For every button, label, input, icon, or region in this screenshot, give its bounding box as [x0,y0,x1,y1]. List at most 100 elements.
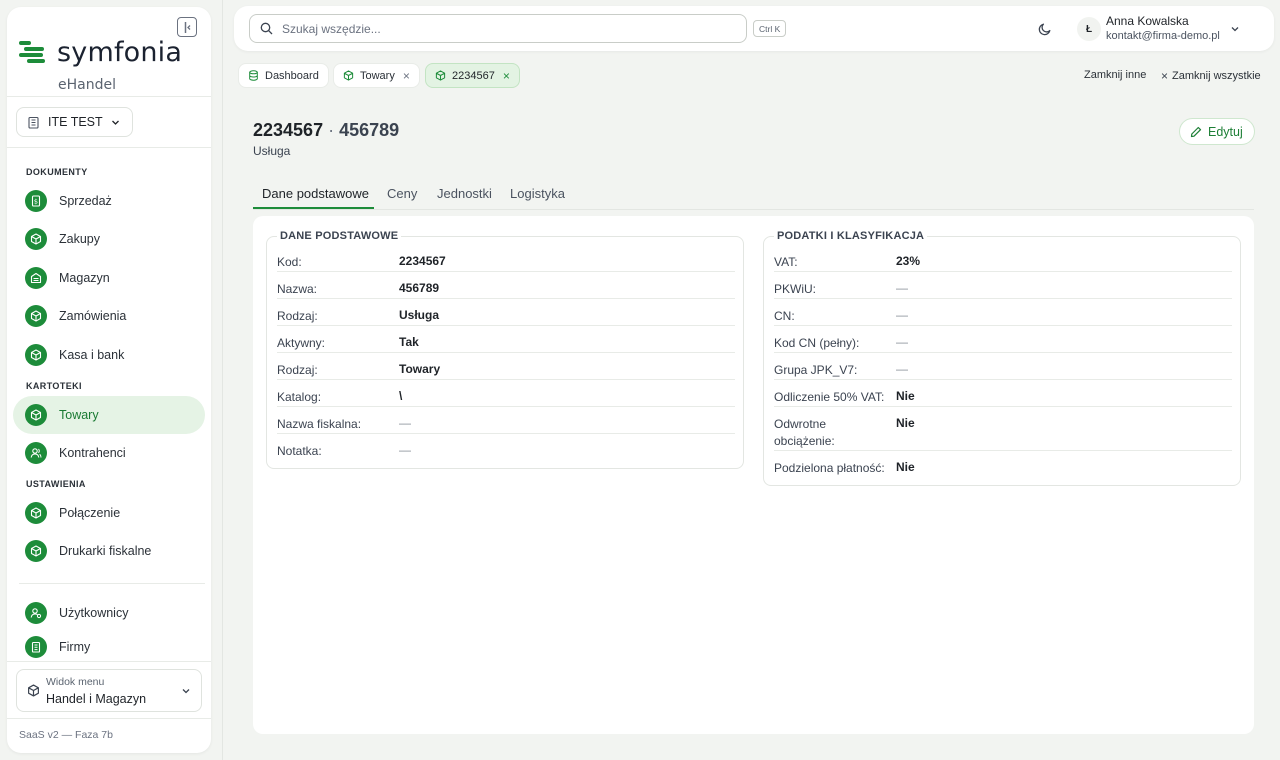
field-row: PKWiU: — [774,272,1232,299]
svg-text:$: $ [34,198,38,206]
logo: symfonia [19,37,182,68]
active-tab-indicator [253,207,374,209]
chevron-down-icon [111,120,119,125]
sidebar-item-label: Kasa i bank [59,348,125,362]
field-row: Notatka: — [277,434,735,461]
field-row: Kod CN (pełny): — [774,326,1232,353]
close-icon[interactable]: × [403,70,410,82]
tab-units[interactable]: Jednostki [437,186,492,201]
field-label: Grupa JPK_V7: [774,363,858,377]
field-row: CN: — [774,299,1232,326]
field-value: \ [399,389,403,403]
field-label: Odliczenie 50% VAT: [774,390,885,404]
sidebar-item-purchases[interactable]: Zakupy [13,220,205,258]
building-icon [28,116,39,129]
tab-basic-data[interactable]: Dane podstawowe [262,186,369,201]
field-value: — [896,308,908,322]
field-row: Grupa JPK_V7: — [774,353,1232,380]
sidebar-item-sales[interactable]: $ Sprzedaż [13,182,205,220]
menu-view-selector[interactable]: Widok menu Handel i Magazyn [16,669,202,712]
tab-prices[interactable]: Ceny [387,186,417,201]
field-value: Towary [399,362,441,376]
sidebar-item-label: Towary [59,408,99,422]
box-icon [28,684,39,697]
warehouse-icon [25,267,47,289]
sidebar-item-orders[interactable]: Zamówienia [13,297,205,335]
field-row: Aktywny: Tak [277,326,735,353]
box-icon [435,70,446,81]
dollar-doc-icon: $ [25,190,47,212]
box-icon [25,228,47,250]
close-others-button[interactable]: Zamknij inne [1084,69,1146,81]
box-icon [25,502,47,524]
section-title: PODATKI I KLASYFIKACJA [774,230,928,242]
sidebar-item-label: Magazyn [59,271,110,285]
brand-name: symfonia [57,37,183,68]
tab-products[interactable]: Towary × [333,63,420,88]
field-row: Nazwa: 456789 [277,272,735,299]
moon-icon [1038,23,1051,36]
divider [7,96,211,97]
box-icon [25,305,47,327]
tab-label: 2234567 [452,69,495,82]
field-value: 456789 [399,281,440,295]
menu-view-label: Widok menu [46,676,105,688]
sidebar-item-label: Zamówienia [59,309,127,323]
search-input[interactable] [282,21,722,36]
sidebar-item-label: Użytkownicy [59,606,129,620]
box-icon [25,540,47,562]
field-row: Odliczenie 50% VAT: Nie [774,380,1232,407]
field-value: — [399,443,411,457]
field-row: Katalog: \ [277,380,735,407]
sidebar-item-cash-bank[interactable]: Kasa i bank [13,336,205,374]
close-icon[interactable]: × [503,70,510,82]
field-row: Rodzaj: Towary [277,353,735,380]
tab-label: Dashboard [265,69,319,82]
section-title: DANE PODSTAWOWE [277,230,402,242]
field-label: Kod: [277,255,302,269]
sidebar-item-warehouse[interactable]: Magazyn [13,259,205,297]
dark-mode-toggle[interactable] [1038,21,1053,36]
section-label-settings: USTAWIENIA [26,479,86,489]
close-all-button[interactable]: × Zamknij wszystkie [1161,69,1261,83]
sidebar-item-contractors[interactable]: Kontrahenci [13,434,205,472]
tenant-selector[interactable]: ITE TEST [16,107,133,137]
sidebar-item-connection[interactable]: Połączenie [13,494,205,532]
sidebar-item-products[interactable]: Towary [13,396,205,434]
field-row: Rodzaj: Usługa [277,299,735,326]
close-icon: × [1161,69,1169,83]
field-value: 23% [896,254,921,268]
field-label: Katalog: [277,390,322,404]
sidebar-item-companies[interactable]: Firmy [13,632,205,662]
sidebar-item-label: Połączenie [59,506,121,520]
search-icon [260,22,273,35]
tab-product-2234567[interactable]: 2234567 × [425,63,520,88]
symfonia-logo-icon [19,40,45,63]
field-value: — [896,281,908,295]
field-value: 2234567 [399,254,446,268]
field-label: Kod CN (pełny): [774,336,860,350]
field-row: Nazwa fiskalna: — [277,407,735,434]
version-text: SaaS v2 — Faza 7b [19,729,113,741]
tab-logistics[interactable]: Logistyka [510,186,565,201]
search-box[interactable] [249,14,747,43]
sidebar-item-users[interactable]: Użytkownicy [13,594,205,632]
user-menu[interactable]: Ł Anna Kowalska kontakt@firma-demo.pl [1077,12,1240,46]
sidebar-item-label: Sprzedaż [59,194,112,208]
page-title: 2234567 · 456789 [253,120,399,141]
field-value: Nie [896,389,915,403]
field-value: — [399,416,411,430]
divider [19,583,205,584]
field-value: Tak [399,335,419,349]
tab-dashboard[interactable]: Dashboard [238,63,329,88]
edit-button[interactable]: Edytuj [1179,118,1255,145]
field-row: VAT: 23% [774,245,1232,272]
field-label: Rodzaj: [277,363,318,377]
box-icon [343,70,354,81]
top-bar: Ctrl K Ł Anna Kowalska kontakt@firma-dem… [234,6,1274,51]
collapse-sidebar-icon[interactable] [177,17,197,37]
sidebar-item-fiscal-printers[interactable]: Drukarki fiskalne [13,532,205,570]
field-row: Odwrotne obciążenie: Nie [774,407,1232,451]
database-icon [249,70,258,81]
field-row: Podzielona płatność: Nie [774,451,1232,478]
